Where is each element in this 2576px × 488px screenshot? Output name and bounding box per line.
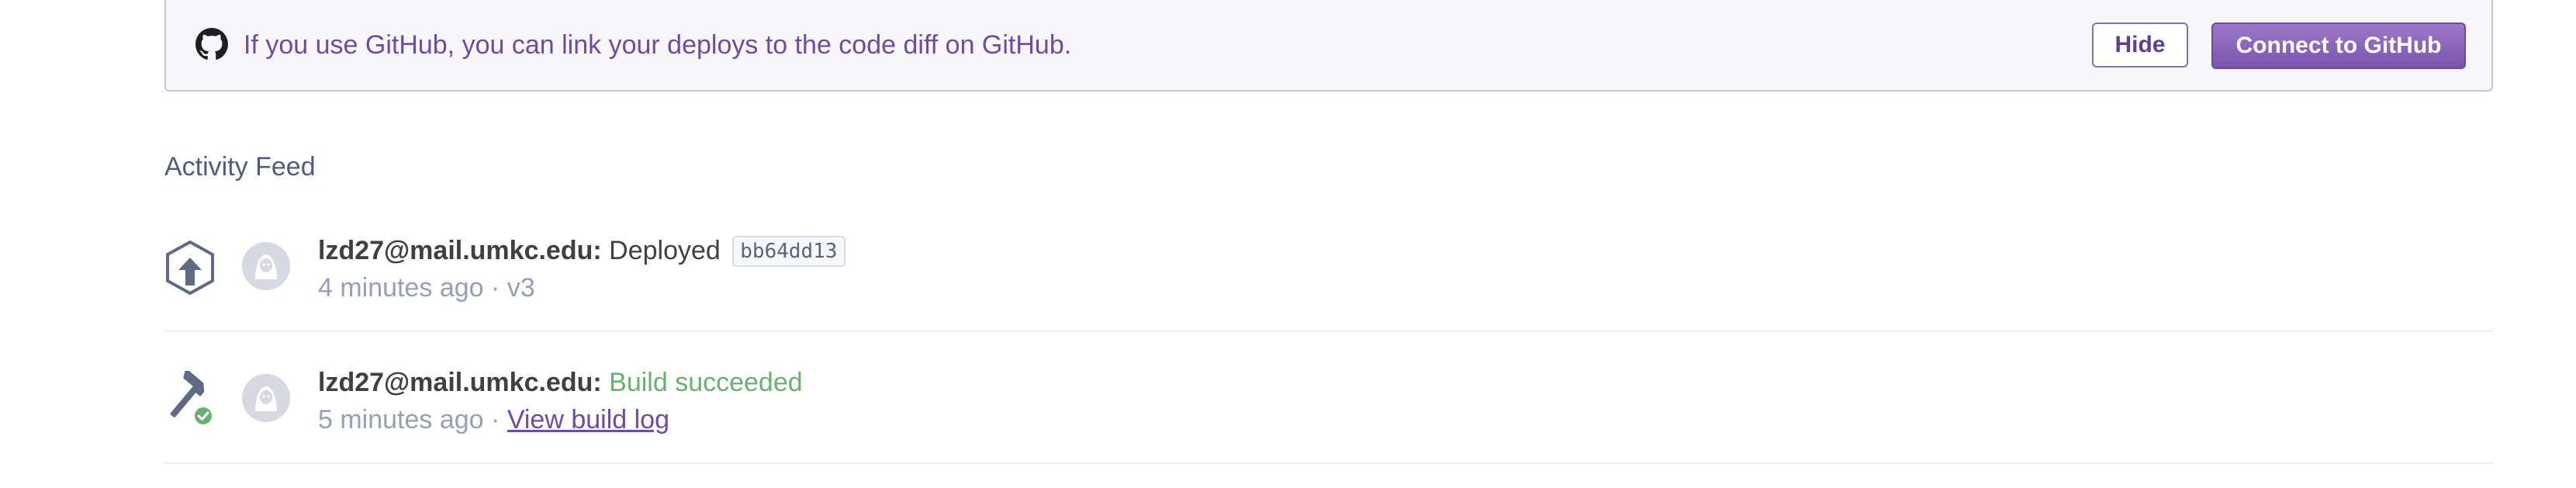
avatar — [242, 242, 290, 290]
timestamp: 4 minutes ago — [318, 273, 484, 303]
user-email: lzd27@mail.umkc.edu: — [318, 368, 602, 397]
feed-item-meta: 4 minutes ago · v3 — [318, 270, 535, 306]
commit-hash[interactable]: bb64dd13 — [732, 236, 845, 267]
release-version: v3 — [507, 273, 535, 303]
banner-message: If you use GitHub, you can link your dep… — [244, 30, 1072, 60]
action-text: Deployed — [609, 236, 721, 265]
default-avatar-icon — [242, 374, 290, 422]
avatar — [242, 374, 290, 422]
feed-item-meta: 5 minutes ago · View build log — [318, 402, 669, 438]
feed-item-build: lzd27@mail.umkc.edu: Build succeeded 5 m… — [164, 331, 2493, 464]
activity-feed-title: Activity Feed — [164, 152, 316, 182]
feed-item-deploy: lzd27@mail.umkc.edu: Deployed bb64dd13 4… — [164, 199, 2493, 332]
view-build-log-link[interactable]: View build log — [507, 405, 669, 434]
connect-github-button[interactable]: Connect to GitHub — [2211, 22, 2466, 69]
build-hammer-success-icon — [170, 371, 213, 426]
feed-item-headline: lzd27@mail.umkc.edu: Deployed bb64dd13 — [318, 233, 845, 268]
user-email: lzd27@mail.umkc.edu: — [318, 236, 602, 265]
timestamp: 5 minutes ago — [318, 405, 484, 434]
default-avatar-icon — [242, 242, 290, 290]
meta-separator: · — [483, 273, 507, 303]
github-connect-banner: If you use GitHub, you can link your dep… — [164, 0, 2493, 92]
meta-separator: · — [483, 405, 507, 434]
build-status: Build succeeded — [609, 368, 803, 397]
feed-item-headline: lzd27@mail.umkc.edu: Build succeeded — [318, 365, 803, 400]
hide-button[interactable]: Hide — [2092, 22, 2188, 67]
activity-page: If you use GitHub, you can link your dep… — [0, 0, 2576, 488]
deploy-upload-icon — [166, 240, 214, 296]
github-icon — [195, 28, 228, 60]
